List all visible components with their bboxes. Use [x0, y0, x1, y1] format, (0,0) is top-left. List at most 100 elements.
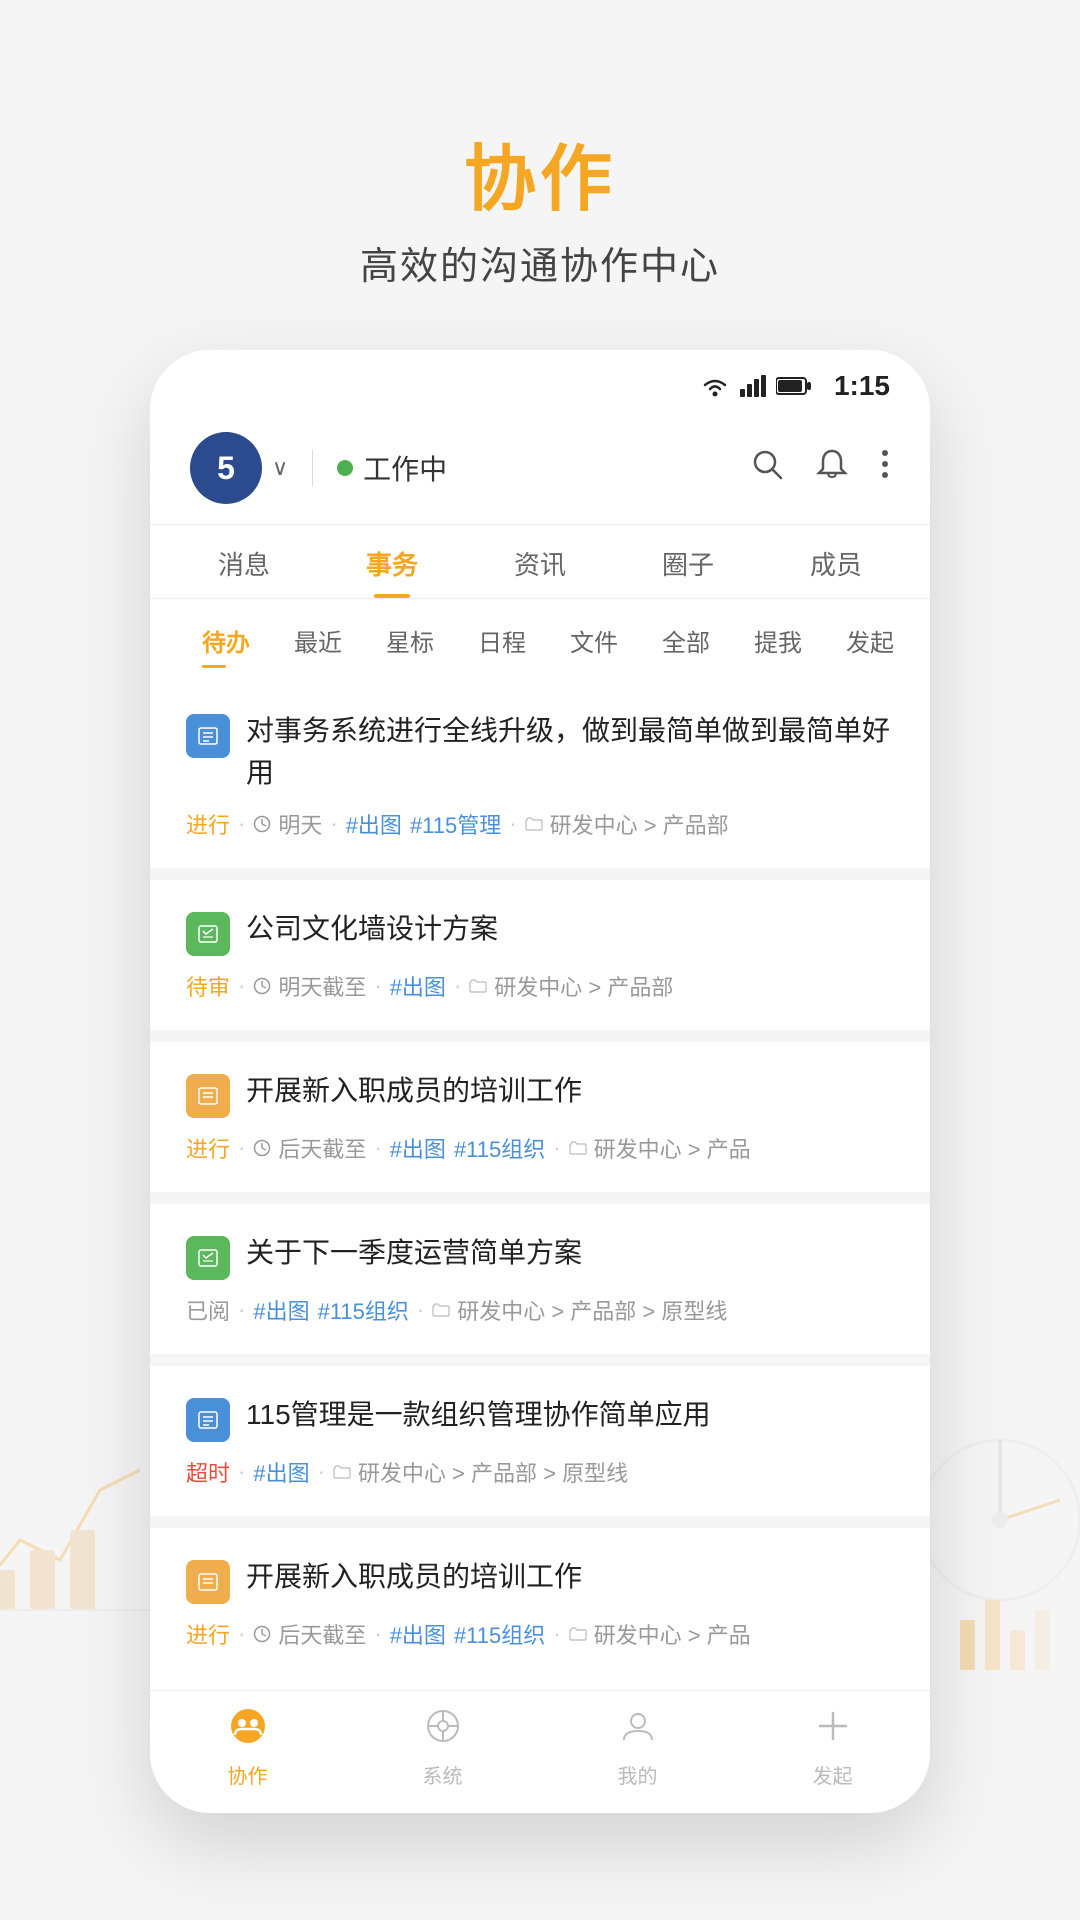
nav-tabs: 消息事务资讯圈子成员 [150, 525, 930, 599]
task-tag: #出图 [253, 1294, 309, 1326]
bottom-nav-icon-系统 [424, 1707, 462, 1754]
bottom-nav-item-我的[interactable]: 我的 [540, 1707, 735, 1789]
task-title: 开展新入职成员的培训工作 [246, 1556, 894, 1598]
task-header: 关于下一季度运营简单方案 [186, 1232, 894, 1280]
task-status: 进行 [186, 1618, 230, 1650]
nav-tab-圈子[interactable]: 圈子 [614, 525, 762, 598]
task-path: 研发中心 > 产品部 > 原型线 [333, 1456, 628, 1488]
filter-item-全部[interactable]: 全部 [640, 613, 732, 668]
status-bar: 1:15 [150, 350, 930, 412]
task-header: 开展新入职成员的培训工作 [186, 1556, 894, 1604]
filter-bar: 待办最近星标日程文件全部提我发起 [150, 599, 930, 682]
task-item[interactable]: 关于下一季度运营简单方案已阅 · #出图 #115组织 · 研发中心 > 产品部… [150, 1204, 930, 1354]
task-item[interactable]: 公司文化墙设计方案待审 · 明天截至 · #出图 · 研发中心 > 产品部 [150, 880, 930, 1030]
task-type-icon [186, 1398, 230, 1442]
task-title: 关于下一季度运营简单方案 [246, 1232, 894, 1274]
avatar: 5 [190, 432, 262, 504]
filter-item-提我[interactable]: 提我 [732, 613, 824, 668]
nav-tab-成员[interactable]: 成员 [762, 525, 910, 598]
page-header: 协作 高效的沟通协作中心 [360, 120, 720, 290]
bottom-nav: 协作 系统 我的 发起 [150, 1690, 930, 1813]
nav-tab-资讯[interactable]: 资讯 [466, 525, 614, 598]
filter-item-发起[interactable]: 发起 [824, 613, 916, 668]
bottom-nav-icon-我的 [619, 1707, 657, 1754]
task-path: 研发中心 > 产品部 [469, 970, 673, 1002]
task-title: 开展新入职成员的培训工作 [246, 1070, 894, 1112]
bottom-nav-label-协作: 协作 [228, 1760, 268, 1789]
page-title: 协作 [360, 120, 720, 225]
signal-icon [740, 375, 766, 397]
task-header: 115管理是一款组织管理协作简单应用 [186, 1394, 894, 1442]
task-tag: #出图 [346, 808, 402, 840]
bottom-nav-label-我的: 我的 [618, 1760, 658, 1789]
task-type-icon [186, 714, 230, 758]
task-type-icon [186, 912, 230, 956]
header-actions [750, 447, 890, 490]
page-subtitle: 高效的沟通协作中心 [360, 235, 720, 290]
status-dot [337, 460, 353, 476]
task-deadline: 明天截至 [253, 970, 366, 1002]
task-meta: 超时 · #出图 · 研发中心 > 产品部 > 原型线 [186, 1456, 894, 1488]
filter-item-星标[interactable]: 星标 [364, 613, 456, 668]
status-label: 工作中 [363, 448, 447, 488]
task-status: 待审 [186, 970, 230, 1002]
task-deadline: 后天截至 [253, 1618, 366, 1650]
task-tag: #出图 [390, 1132, 446, 1164]
bottom-nav-item-发起[interactable]: 发起 [735, 1707, 930, 1789]
task-path: 研发中心 > 产品部 [525, 808, 729, 840]
task-status: 超时 [186, 1456, 230, 1488]
task-meta: 已阅 · #出图 #115组织 · 研发中心 > 产品部 > 原型线 [186, 1294, 894, 1326]
filter-item-文件[interactable]: 文件 [548, 613, 640, 668]
bottom-nav-item-协作[interactable]: 协作 [150, 1707, 345, 1789]
task-item[interactable]: 对事务系统进行全线升级，做到最简单做到最简单好用进行 · 明天 · #出图 #1… [150, 682, 930, 868]
task-item[interactable]: 115管理是一款组织管理协作简单应用超时 · #出图 · 研发中心 > 产品部 … [150, 1366, 930, 1516]
task-item[interactable]: 开展新入职成员的培训工作进行 · 后天截至 · #出图 #115组织 · 研发中… [150, 1042, 930, 1192]
task-header: 公司文化墙设计方案 [186, 908, 894, 956]
task-deadline: 明天 [253, 808, 322, 840]
task-tag: #出图 [253, 1456, 309, 1488]
bottom-nav-icon-发起 [814, 1707, 852, 1754]
bottom-nav-item-系统[interactable]: 系统 [345, 1707, 540, 1789]
task-path: 研发中心 > 产品 [569, 1618, 751, 1650]
task-list: 对事务系统进行全线升级，做到最简单做到最简单好用进行 · 明天 · #出图 #1… [150, 682, 930, 1678]
task-item[interactable]: 开展新入职成员的培训工作进行 · 后天截至 · #出图 #115组织 · 研发中… [150, 1528, 930, 1678]
task-meta: 进行 · 后天截至 · #出图 #115组织 · 研发中心 > 产品 [186, 1132, 894, 1164]
vertical-divider [312, 450, 313, 486]
filter-item-待办[interactable]: 待办 [180, 613, 272, 668]
task-title: 115管理是一款组织管理协作简单应用 [246, 1394, 894, 1436]
task-header: 开展新入职成员的培训工作 [186, 1070, 894, 1118]
task-title: 对事务系统进行全线升级，做到最简单做到最简单好用 [246, 710, 894, 794]
task-tag: #115组织 [454, 1132, 545, 1164]
dropdown-arrow-icon[interactable]: ∨ [272, 455, 288, 481]
notification-icon[interactable] [816, 447, 848, 490]
battery-icon [776, 376, 812, 396]
nav-tab-事务[interactable]: 事务 [318, 525, 466, 598]
task-tag: #115管理 [410, 808, 501, 840]
task-status: 进行 [186, 1132, 230, 1164]
task-status: 进行 [186, 808, 230, 840]
task-meta: 进行 · 明天 · #出图 #115管理 · 研发中心 > 产品部 [186, 808, 894, 840]
task-title: 公司文化墙设计方案 [246, 908, 894, 950]
task-type-icon [186, 1236, 230, 1280]
task-deadline: 后天截至 [253, 1132, 366, 1164]
time-display: 1:15 [834, 370, 890, 402]
filter-item-最近[interactable]: 最近 [272, 613, 364, 668]
task-tag: #出图 [390, 1618, 446, 1650]
more-icon[interactable] [880, 447, 890, 490]
task-type-icon [186, 1074, 230, 1118]
bottom-nav-label-系统: 系统 [423, 1760, 463, 1789]
task-type-icon [186, 1560, 230, 1604]
task-header: 对事务系统进行全线升级，做到最简单做到最简单好用 [186, 710, 894, 794]
bottom-nav-icon-协作 [229, 1707, 267, 1754]
app-header: 5 ∨ 工作中 [150, 412, 930, 525]
task-meta: 待审 · 明天截至 · #出图 · 研发中心 > 产品部 [186, 970, 894, 1002]
task-tag: #115组织 [454, 1618, 545, 1650]
search-icon[interactable] [750, 447, 784, 490]
wifi-icon [700, 375, 730, 397]
filter-item-日程[interactable]: 日程 [456, 613, 548, 668]
task-tag: #出图 [390, 970, 446, 1002]
task-status: 已阅 [186, 1294, 230, 1326]
status-indicator: 工作中 [337, 448, 447, 488]
nav-tab-消息[interactable]: 消息 [170, 525, 318, 598]
phone-mockup: 1:15 5 ∨ 工作中 [150, 350, 930, 1813]
